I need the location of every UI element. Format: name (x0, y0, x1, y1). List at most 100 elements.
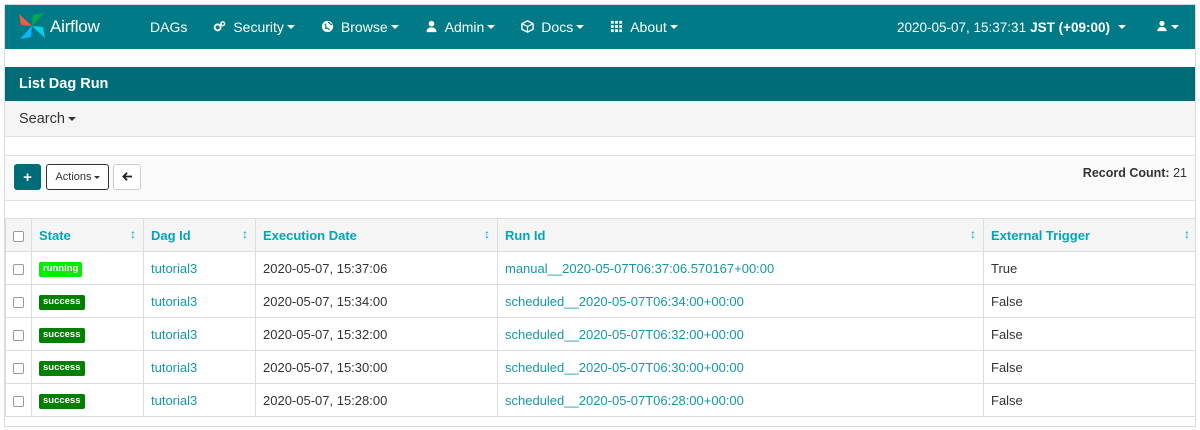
arrow-left-icon (121, 170, 133, 185)
run-id-link[interactable]: scheduled__2020-05-07T06:30:00+00:00 (497, 350, 984, 384)
dag-id-link[interactable]: tutorial3 (143, 317, 256, 351)
list-toolbar: + Actions Record Count: 21 (5, 155, 1195, 201)
row-checkbox[interactable] (13, 263, 24, 275)
row-checkbox[interactable] (13, 329, 24, 341)
column-header-execution-date[interactable]: Execution Date ↕ (255, 218, 498, 252)
status-badge: success (39, 328, 85, 343)
nav-about-label: About (630, 19, 667, 35)
state-cell: success (31, 317, 144, 351)
external-trigger-cell: False (983, 317, 1195, 351)
row-checkbox[interactable] (13, 362, 24, 374)
state-cell: success (31, 284, 144, 318)
clock-timezone: JST (+09:00) (1030, 19, 1110, 35)
execution-date-cell: 2020-05-07, 15:34:00 (255, 284, 498, 318)
column-label: Run Id (505, 227, 546, 243)
external-trigger-cell: False (983, 350, 1195, 384)
external-trigger-cell: False (983, 284, 1195, 318)
nav-admin-label: Admin (444, 19, 485, 35)
external-trigger-cell: True (983, 251, 1195, 285)
brand[interactable]: Airflow (17, 11, 117, 44)
table-row: success tutorial3 2020-05-07, 15:34:00 s… (5, 284, 1195, 318)
column-label: External Trigger (991, 227, 1090, 243)
state-cell: running (31, 251, 144, 285)
record-count-value: 21 (1173, 166, 1187, 180)
user-menu-button[interactable] (1140, 5, 1195, 49)
column-label: Execution Date (263, 227, 357, 243)
execution-date-cell: 2020-05-07, 15:30:00 (255, 350, 498, 384)
nav-admin[interactable]: Admin (412, 5, 509, 49)
airflow-logo-icon (17, 11, 47, 44)
sort-icon[interactable]: ↕ (1184, 227, 1190, 241)
dag-id-link[interactable]: tutorial3 (143, 350, 256, 384)
row-select-cell (5, 350, 32, 384)
select-all-checkbox[interactable] (13, 230, 24, 242)
user-icon (1156, 20, 1168, 35)
nav-security-label: Security (233, 19, 284, 35)
dag-run-table: State ↕ Dag Id ↕ Execution Date ↕ Run Id ↕ E… (5, 218, 1195, 417)
dag-id-link[interactable]: tutorial3 (143, 383, 256, 417)
cogs-icon (213, 20, 227, 34)
brand-name: Airflow (50, 17, 100, 36)
run-id-link[interactable]: scheduled__2020-05-07T06:32:00+00:00 (497, 317, 984, 351)
row-select-cell (5, 251, 32, 285)
cube-icon (521, 20, 535, 34)
execution-date-cell: 2020-05-07, 15:37:06 (255, 251, 498, 285)
column-header-dag-id[interactable]: Dag Id ↕ (143, 218, 256, 252)
column-header-external-trigger[interactable]: External Trigger ↕ (983, 218, 1195, 252)
app-frame: Airflow DAGs Security Browse Admin Docs … (4, 4, 1196, 427)
row-select-cell (5, 284, 32, 318)
chevron-down-icon (93, 175, 100, 179)
nav-security[interactable]: Security (200, 5, 308, 49)
chevron-down-icon (1171, 25, 1179, 29)
actions-dropdown-button[interactable]: Actions (46, 164, 109, 190)
run-id-link[interactable]: manual__2020-05-07T06:37:06.570167+00:00 (497, 251, 984, 285)
search-toggle[interactable]: Search (5, 101, 1195, 137)
nav-docs-label: Docs (541, 19, 574, 35)
row-select-cell (5, 317, 32, 351)
run-id-link[interactable]: scheduled__2020-05-07T06:28:00+00:00 (497, 383, 984, 417)
select-all-cell (5, 218, 32, 252)
row-select-cell (5, 383, 32, 417)
nav-dags[interactable]: DAGs (137, 5, 200, 49)
sort-icon[interactable]: ↕ (484, 227, 490, 241)
column-header-state[interactable]: State ↕ (31, 218, 144, 252)
state-cell: success (31, 383, 144, 417)
page-title: List Dag Run (5, 67, 1195, 101)
dag-id-link[interactable]: tutorial3 (143, 284, 256, 318)
nav-browse-label: Browse (340, 19, 388, 35)
add-record-button[interactable]: + (14, 164, 41, 190)
globe-icon (321, 20, 335, 34)
chevron-down-icon (487, 25, 496, 29)
status-badge: running (39, 262, 83, 277)
sort-icon[interactable]: ↕ (242, 227, 248, 241)
row-checkbox[interactable] (13, 296, 24, 308)
back-button[interactable] (113, 164, 141, 190)
actions-label: Actions (55, 171, 92, 183)
nav-about[interactable]: About (597, 5, 691, 49)
status-badge: success (39, 394, 85, 409)
column-header-run-id[interactable]: Run Id ↕ (497, 218, 984, 252)
sort-icon[interactable]: ↕ (130, 227, 136, 241)
nav-dags-label: DAGs (150, 19, 188, 35)
dag-id-link[interactable]: tutorial3 (143, 251, 256, 285)
user-icon (425, 20, 439, 34)
chevron-down-icon (669, 25, 678, 29)
table-header-row: State ↕ Dag Id ↕ Execution Date ↕ Run Id ↕ E… (5, 218, 1195, 252)
row-checkbox[interactable] (13, 395, 24, 407)
table-row: success tutorial3 2020-05-07, 15:32:00 s… (5, 317, 1195, 351)
chevron-down-icon (1118, 25, 1126, 29)
run-id-link[interactable]: scheduled__2020-05-07T06:34:00+00:00 (497, 284, 984, 318)
top-navbar: Airflow DAGs Security Browse Admin Docs … (5, 5, 1195, 49)
sort-icon[interactable]: ↕ (970, 227, 976, 241)
nav-browse[interactable]: Browse (308, 5, 412, 49)
table-row: running tutorial3 2020-05-07, 15:37:06 m… (5, 251, 1195, 285)
column-label: State (39, 227, 71, 243)
column-label: Dag Id (151, 227, 191, 243)
execution-date-cell: 2020-05-07, 15:28:00 (255, 383, 498, 417)
nav-docs[interactable]: Docs (508, 5, 597, 49)
chevron-down-icon (576, 25, 585, 29)
clock-time: 2020-05-07, 15:37:31 (896, 19, 1027, 35)
chevron-down-icon (390, 25, 399, 29)
timezone-clock[interactable]: 2020-05-07, 15:37:31 JST (+09:00) (883, 5, 1140, 49)
table-row: success tutorial3 2020-05-07, 15:28:00 s… (5, 383, 1195, 417)
